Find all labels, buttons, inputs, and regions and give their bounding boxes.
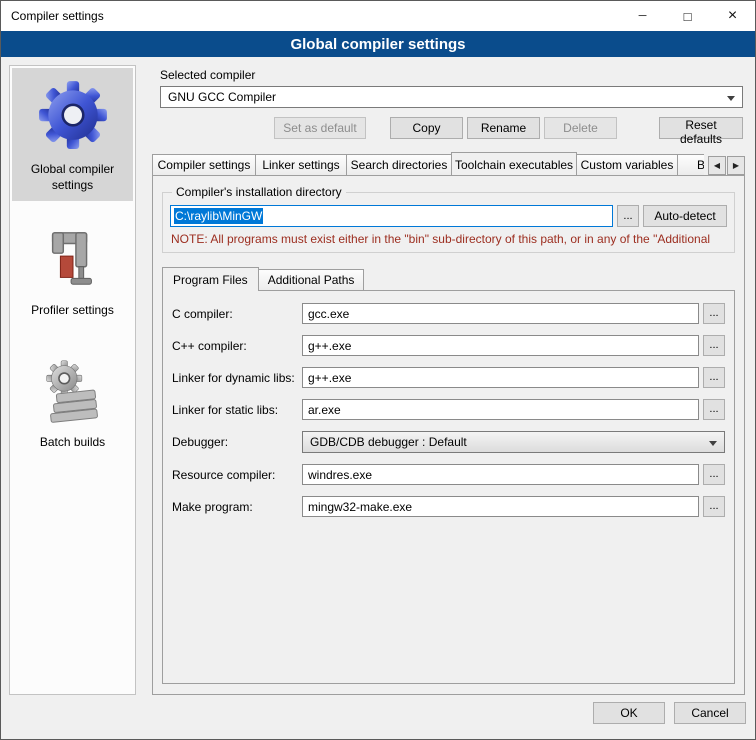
compiler-tabstrip: Compiler settings Linker settings Search… xyxy=(152,152,745,175)
selected-compiler-select[interactable]: GNU GCC Compiler xyxy=(160,86,743,108)
cpp-compiler-row: C++ compiler: ... xyxy=(172,335,725,356)
subtab-program-files[interactable]: Program Files xyxy=(162,267,259,291)
page-title: Global compiler settings xyxy=(1,31,755,57)
tab-toolchain-executables[interactable]: Toolchain executables xyxy=(451,152,577,175)
tab-scrollers: ◀ ▶ xyxy=(704,156,745,175)
note-text: NOTE: All programs must exist either in … xyxy=(171,232,726,246)
main-panel: Selected compiler GNU GCC Compiler Set a… xyxy=(146,65,747,695)
linker-dynamic-browse-button[interactable]: ... xyxy=(703,367,725,388)
selected-compiler-label: Selected compiler xyxy=(160,68,745,82)
make-program-browse-button[interactable]: ... xyxy=(703,496,725,517)
linker-dynamic-label: Linker for dynamic libs: xyxy=(172,371,302,385)
resource-compiler-browse-button[interactable]: ... xyxy=(703,464,725,485)
toolchain-executables-panel: Compiler's installation directory C:\ray… xyxy=(152,175,745,695)
install-dir-row: C:\raylib\MinGW ... Auto-detect xyxy=(170,205,727,227)
copy-button[interactable]: Copy xyxy=(390,117,463,139)
linker-static-row: Linker for static libs: ... xyxy=(172,399,725,420)
titlebar: Compiler settings ─ □ × xyxy=(1,1,755,31)
arrow-left-icon: ◀ xyxy=(714,161,720,170)
linker-static-label: Linker for static libs: xyxy=(172,403,302,417)
chevron-down-icon xyxy=(709,441,717,446)
set-as-default-button[interactable]: Set as default xyxy=(274,117,366,139)
install-dir-value: C:\raylib\MinGW xyxy=(174,208,263,224)
close-button[interactable]: × xyxy=(710,1,755,31)
sidebar-item-global-compiler-settings[interactable]: Global compiler settings xyxy=(12,68,133,201)
make-program-row: Make program: ... xyxy=(172,496,725,517)
c-compiler-label: C compiler: xyxy=(172,307,302,321)
debugger-label: Debugger: xyxy=(172,435,302,449)
install-dir-input[interactable]: C:\raylib\MinGW xyxy=(170,205,613,227)
linker-dynamic-row: Linker for dynamic libs: ... xyxy=(172,367,725,388)
auto-detect-button[interactable]: Auto-detect xyxy=(643,205,727,227)
sidebar-item-profiler-settings[interactable]: Profiler settings xyxy=(12,219,133,327)
resource-compiler-input[interactable] xyxy=(302,464,699,485)
sidebar-item-label: Global compiler settings xyxy=(14,162,131,193)
tab-scroll-left-button[interactable]: ◀ xyxy=(708,156,726,175)
minimize-button[interactable]: ─ xyxy=(620,1,665,31)
cancel-button[interactable]: Cancel xyxy=(674,702,746,724)
resource-compiler-label: Resource compiler: xyxy=(172,468,302,482)
c-compiler-row: C compiler: ... xyxy=(172,303,725,324)
linker-dynamic-input[interactable] xyxy=(302,367,699,388)
maximize-button[interactable]: □ xyxy=(665,1,710,31)
gear-blue-icon xyxy=(36,76,110,150)
make-program-input[interactable] xyxy=(302,496,699,517)
compiler-settings-dialog: Compiler settings ─ □ × Global compiler … xyxy=(0,0,756,740)
tab-build-options[interactable]: Buil xyxy=(677,154,704,175)
minimize-icon: ─ xyxy=(639,10,647,22)
debugger-row: Debugger: GDB/CDB debugger : Default xyxy=(172,431,725,453)
dialog-content: Global compiler settings Profiler setti xyxy=(1,57,755,697)
chevron-down-icon xyxy=(727,96,735,101)
linker-static-browse-button[interactable]: ... xyxy=(703,399,725,420)
settings-sidebar: Global compiler settings Profiler setti xyxy=(9,65,136,695)
tabs-viewport: Compiler settings Linker settings Search… xyxy=(152,152,704,175)
install-dir-browse-button[interactable]: ... xyxy=(617,205,639,227)
linker-static-input[interactable] xyxy=(302,399,699,420)
ok-button[interactable]: OK xyxy=(593,702,665,724)
subtab-additional-paths[interactable]: Additional Paths xyxy=(258,269,365,290)
tab-compiler-settings[interactable]: Compiler settings xyxy=(152,154,256,175)
batch-builds-icon xyxy=(41,359,105,423)
c-compiler-browse-button[interactable]: ... xyxy=(703,303,725,324)
delete-button[interactable]: Delete xyxy=(544,117,617,139)
program-files-tabstrip: Program Files Additional Paths xyxy=(162,267,735,290)
maximize-icon: □ xyxy=(684,9,692,24)
tab-linker-settings[interactable]: Linker settings xyxy=(255,154,347,175)
sidebar-item-label: Batch builds xyxy=(40,435,105,451)
rename-button[interactable]: Rename xyxy=(467,117,540,139)
sidebar-item-label: Profiler settings xyxy=(31,303,114,319)
debugger-value: GDB/CDB debugger : Default xyxy=(310,435,467,449)
c-compiler-input[interactable] xyxy=(302,303,699,324)
make-program-label: Make program: xyxy=(172,500,302,514)
program-files-panel: C compiler: ... C++ compiler: ... Linker… xyxy=(162,290,735,684)
debugger-select[interactable]: GDB/CDB debugger : Default xyxy=(302,431,725,453)
sidebar-item-batch-builds[interactable]: Batch builds xyxy=(12,351,133,459)
tab-custom-variables[interactable]: Custom variables xyxy=(576,154,678,175)
close-icon: × xyxy=(728,7,737,25)
cpp-compiler-browse-button[interactable]: ... xyxy=(703,335,725,356)
profiler-icon xyxy=(41,227,105,291)
reset-defaults-button[interactable]: Reset defaults xyxy=(659,117,743,139)
dialog-footer: OK Cancel xyxy=(1,697,755,739)
tab-scroll-right-button[interactable]: ▶ xyxy=(727,156,745,175)
cpp-compiler-label: C++ compiler: xyxy=(172,339,302,353)
tab-search-directories[interactable]: Search directories xyxy=(346,154,452,175)
selected-compiler-value: GNU GCC Compiler xyxy=(168,90,276,104)
arrow-right-icon: ▶ xyxy=(733,161,739,170)
install-dir-group-title: Compiler's installation directory xyxy=(172,185,346,199)
cpp-compiler-input[interactable] xyxy=(302,335,699,356)
resource-compiler-row: Resource compiler: ... xyxy=(172,464,725,485)
compiler-actions: Set as default Copy Rename Delete Reset … xyxy=(160,117,743,139)
window-title: Compiler settings xyxy=(1,1,620,31)
install-dir-groupbox: Compiler's installation directory C:\ray… xyxy=(162,185,735,253)
